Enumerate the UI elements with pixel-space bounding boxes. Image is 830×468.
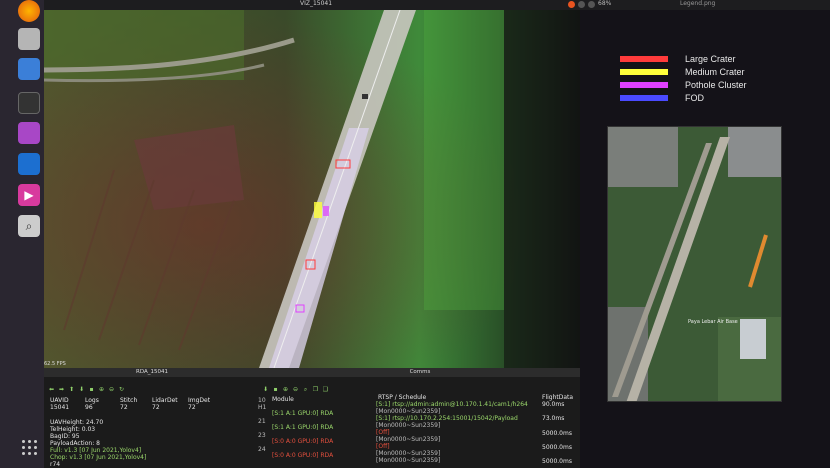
down-icon[interactable]: ⬇ bbox=[78, 386, 85, 393]
clipboard-icon[interactable]: ❑ bbox=[322, 386, 329, 393]
document-icon[interactable] bbox=[18, 58, 40, 80]
legend-item-medium-crater: Medium Crater bbox=[620, 65, 747, 78]
vscode-icon[interactable] bbox=[18, 153, 40, 175]
back-icon[interactable]: ⬅ bbox=[48, 386, 55, 393]
legend-label: Medium Crater bbox=[685, 66, 745, 77]
row-id: 21 bbox=[258, 418, 266, 425]
value-imgdet: 72 bbox=[188, 404, 196, 411]
legend-item-large-crater: Large Crater bbox=[620, 52, 747, 65]
media-icon[interactable]: ▶ bbox=[18, 184, 40, 206]
files-icon[interactable] bbox=[18, 28, 40, 50]
value-logs: 96 bbox=[85, 404, 93, 411]
minimap-label: Paya Lebar Air Base bbox=[688, 319, 738, 325]
row-flightdata: 73.0ms bbox=[542, 415, 565, 422]
comms-toolbar: ⬇ ▪ ⊕ ⊖ ⌕ ❐ ❑ bbox=[262, 385, 329, 394]
row-module[interactable]: [S:0 A:0 GPU:0] RDA bbox=[272, 453, 333, 459]
row-id-secondary: H1 bbox=[258, 404, 267, 411]
row-schedule: [Mon0000~Sun2359] bbox=[376, 457, 441, 464]
close-button[interactable] bbox=[568, 1, 575, 8]
value-stitch: 72 bbox=[120, 404, 128, 411]
refresh-icon[interactable]: ↻ bbox=[118, 386, 125, 393]
value-uavid: 15041 bbox=[50, 404, 70, 411]
legend-label: Large Crater bbox=[685, 53, 736, 64]
legend-swatch bbox=[620, 55, 668, 62]
zoom-in-icon[interactable]: ⊕ bbox=[282, 386, 289, 393]
col-header-module: Module bbox=[272, 396, 294, 403]
app-icon[interactable] bbox=[18, 122, 40, 144]
legend-swatch bbox=[620, 68, 668, 75]
value-lidardet: 72 bbox=[152, 404, 160, 411]
comms-panel-title: Comms bbox=[409, 369, 431, 375]
search-icon[interactable]: ⌕ bbox=[18, 215, 40, 237]
forward-icon[interactable]: ➡ bbox=[58, 386, 65, 393]
legend-swatch bbox=[620, 81, 668, 88]
zoom-level[interactable]: 68% bbox=[598, 0, 611, 7]
save-icon[interactable]: ▪ bbox=[88, 386, 95, 393]
zoom-out-icon[interactable]: ⊖ bbox=[108, 386, 115, 393]
legend-item-pothole-cluster: Pothole Cluster bbox=[620, 78, 747, 91]
dock: ▶ ⌕ bbox=[0, 0, 44, 468]
maximize-button[interactable] bbox=[588, 1, 595, 8]
row-module[interactable]: [S:0 A:0 GPU:0] RDA bbox=[272, 439, 333, 445]
save-icon[interactable]: ▪ bbox=[272, 386, 279, 393]
version-chop: Chop: v1.3 [07 Jun 2021,Yolov4] bbox=[50, 454, 147, 461]
aerial-view[interactable] bbox=[44, 10, 580, 368]
legend-window-title: Legend.png bbox=[680, 0, 716, 7]
zoom-out-icon[interactable]: ⊖ bbox=[292, 386, 299, 393]
app-grid-icon[interactable] bbox=[22, 440, 38, 456]
terminal-icon[interactable] bbox=[18, 92, 40, 114]
fps-readout: 62.5 FPS bbox=[44, 361, 66, 367]
row-id: 24 bbox=[258, 446, 266, 453]
legend: Large Crater Medium Crater Pothole Clust… bbox=[620, 52, 747, 104]
down-icon[interactable]: ⬇ bbox=[262, 386, 269, 393]
row-module[interactable]: [S:1 A:1 GPU:0] RDA bbox=[272, 411, 333, 417]
aerial-image bbox=[44, 10, 580, 368]
search-icon[interactable]: ⌕ bbox=[302, 386, 309, 393]
minimize-button[interactable] bbox=[578, 1, 585, 8]
legend-label: FOD bbox=[685, 92, 704, 103]
firefox-icon[interactable] bbox=[18, 0, 40, 22]
footer-revision: r74 bbox=[50, 461, 61, 468]
rda-toolbar: ⬅ ➡ ⬆ ⬇ ▪ ⊕ ⊖ ↻ bbox=[48, 385, 125, 394]
row-flightdata: 5000.0ms bbox=[542, 444, 572, 451]
row-id: 23 bbox=[258, 432, 266, 439]
mini-map[interactable]: Paya Lebar Air Base bbox=[607, 126, 782, 402]
row-flightdata: 90.0ms bbox=[542, 401, 565, 408]
rda-panel-title: RDA_15041 bbox=[136, 369, 168, 375]
comms-panel-header: Comms bbox=[260, 368, 580, 377]
legend-swatch bbox=[620, 94, 668, 101]
rda-panel-header: RDA_15041 bbox=[44, 368, 260, 377]
zoom-in-icon[interactable]: ⊕ bbox=[98, 386, 105, 393]
window-title: VIZ_15041 bbox=[300, 0, 333, 7]
row-module[interactable]: [S:1 A:1 GPU:0] RDA bbox=[272, 425, 333, 431]
legend-label: Pothole Cluster bbox=[685, 79, 747, 90]
up-icon[interactable]: ⬆ bbox=[68, 386, 75, 393]
mini-map-image: Paya Lebar Air Base bbox=[608, 127, 781, 401]
row-flightdata: 5000.0ms bbox=[542, 458, 572, 465]
legend-item-fod: FOD bbox=[620, 91, 747, 104]
copy-icon[interactable]: ❐ bbox=[312, 386, 319, 393]
row-flightdata: 5000.0ms bbox=[542, 430, 572, 437]
